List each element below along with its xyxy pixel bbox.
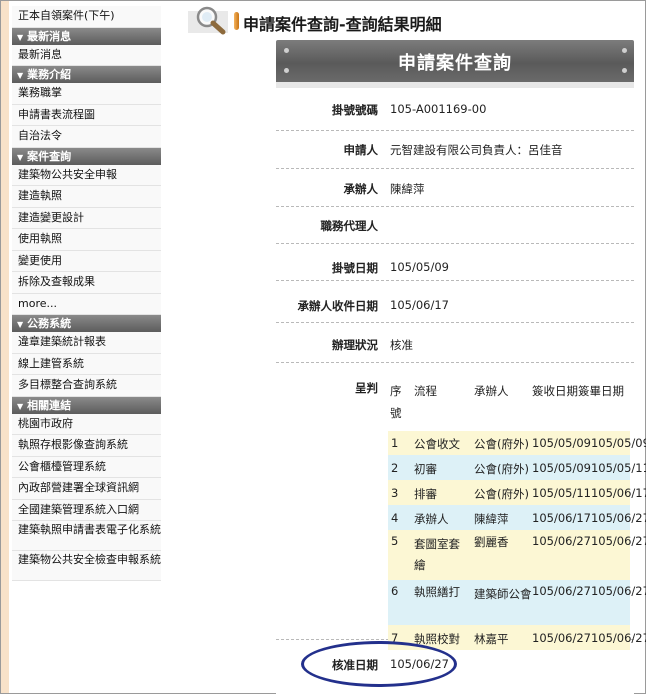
- sidebar-section-news[interactable]: ▼ 最新消息: [12, 27, 161, 45]
- field-value: 105-A001169-00: [390, 102, 487, 116]
- progress-seq: 6: [391, 584, 399, 598]
- sidebar-item-more[interactable]: more...: [12, 293, 161, 315]
- field-value: 陳緯萍: [390, 182, 425, 196]
- progress-row: 1 公會收文 公會(府外) 105/05/09105/05/09: [388, 431, 646, 455]
- page-header: 申請案件查詢-查詢結果明細: [188, 5, 628, 35]
- sidebar-section-official[interactable]: ▼ 公務系統: [12, 315, 161, 332]
- sidebar-item-demolition[interactable]: 拆除及查報成果: [12, 272, 161, 294]
- sidebar-item-safety-report[interactable]: 建築物公共安全檢查申報系統: [12, 551, 161, 581]
- progress-row: 4 承辦人 陳緯萍 105/06/17105/06/27: [388, 505, 646, 530]
- progress-person: 建築師公會: [474, 587, 532, 601]
- triangle-down-icon: ▼: [17, 152, 24, 162]
- progress-flow: 初審: [414, 462, 437, 476]
- progress-header-seq: 序號: [390, 384, 402, 420]
- progress-dates: 105/05/09105/05/09: [532, 436, 646, 450]
- field-handler: 承辦人 陳緯萍: [276, 168, 634, 207]
- progress-dates: 105/06/17105/06/27: [532, 511, 646, 525]
- sidebar-item-national-portal[interactable]: 全國建築管理系統入口網: [12, 499, 161, 521]
- sidebar-item-violation-stats[interactable]: 違章建築統計報表: [12, 332, 161, 354]
- triangle-down-icon: ▼: [17, 320, 24, 329]
- sidebar: 正本自領案件(下午) ▼ 最新消息 最新消息 ▼ 業務介紹 業務職掌 申請書表流程圖…: [12, 6, 161, 581]
- progress-row: 6 執照繕打 建築師公會 105/06/27105/06/27: [388, 580, 646, 625]
- query-result-panel: 申請案件查詢 掛號號碼 105-A001169-00 申請人 元智建設有限公司負…: [276, 40, 646, 700]
- progress-row: 5 套圖室套繪 劉麗香 105/06/27105/06/27: [388, 530, 646, 580]
- sidebar-item-public-safety[interactable]: 建築物公共安全申報: [12, 164, 161, 186]
- field-reg-date: 掛號日期 105/05/09: [276, 243, 634, 281]
- sidebar-item-cpami[interactable]: 內政部營建署全球資訊網: [12, 478, 161, 500]
- sidebar-item-news[interactable]: 最新消息: [12, 44, 161, 66]
- sidebar-item-multi-query[interactable]: 多目標整合查詢系統: [12, 375, 161, 397]
- field-label: 申請人: [343, 143, 379, 157]
- magnifier-icon: [188, 6, 228, 35]
- sidebar-section-business[interactable]: ▼ 業務介紹: [12, 66, 161, 83]
- page-title: 申請案件查詢-查詢結果明細: [243, 15, 442, 34]
- progress-dates: 105/05/09105/05/11: [532, 461, 646, 475]
- progress-dates: 105/06/27105/06/27: [532, 534, 646, 548]
- field-label: 承辦人收件日期: [297, 299, 379, 313]
- sidebar-item-duties[interactable]: 業務職掌: [12, 83, 161, 105]
- sidebar-item-regulations[interactable]: 自治法令: [12, 126, 161, 148]
- progress-flow: 排審: [414, 487, 437, 501]
- field-case-no: 掛號號碼 105-A001169-00: [276, 88, 634, 131]
- highlight-oval: [301, 641, 457, 687]
- progress-person: 劉麗香: [474, 535, 509, 549]
- sidebar-item-stub-image[interactable]: 執照存根影像查詢系統: [12, 435, 161, 457]
- progress-person: 公會(府外): [474, 462, 529, 476]
- field-label: 職務代理人: [320, 219, 379, 233]
- sidebar-item-change-use[interactable]: 變更使用: [12, 250, 161, 272]
- sidebar-item-use-permit[interactable]: 使用執照: [12, 229, 161, 251]
- progress-seq: 1: [391, 436, 399, 450]
- field-label: 呈判: [355, 381, 378, 395]
- field-status: 辦理狀況 核准: [276, 322, 634, 363]
- sidebar-section-case-query[interactable]: ▼ 案件查詢: [12, 147, 161, 165]
- triangle-down-icon: ▼: [17, 32, 24, 42]
- progress-seq: 4: [391, 511, 399, 525]
- progress-row: 2 初審 公會(府外) 105/05/09105/05/11: [388, 455, 646, 480]
- panel-header: 申請案件查詢: [276, 40, 634, 82]
- progress-person: 公會(府外): [474, 487, 529, 501]
- progress-seq: 3: [391, 486, 399, 500]
- sidebar-item-form-flow[interactable]: 申請書表流程圖: [12, 104, 161, 126]
- sidebar-item-online-system[interactable]: 線上建管系統: [12, 353, 161, 375]
- field-label: 承辦人: [343, 182, 379, 196]
- progress-seq: 2: [391, 461, 399, 475]
- progress-flow: 執照繕打: [414, 585, 460, 599]
- field-value: 105/06/17: [390, 298, 449, 312]
- field-value: 105/05/09: [390, 260, 449, 274]
- progress-dates: 105/05/11105/06/17: [532, 486, 646, 500]
- progress-header-flow: 流程: [414, 384, 437, 398]
- panel-title: 申請案件查詢: [398, 53, 512, 74]
- field-label: 掛號日期: [332, 261, 378, 275]
- field-recv-date: 承辦人收件日期 105/06/17: [276, 280, 634, 323]
- sidebar-item-e-forms[interactable]: 建築執照申請書表電子化系統: [12, 521, 161, 551]
- sidebar-section-links[interactable]: ▼ 相關連結: [12, 396, 161, 414]
- sidebar-item-pickup-afternoon[interactable]: 正本自領案件(下午): [12, 6, 161, 28]
- progress-flow: 公會收文: [414, 437, 460, 451]
- sidebar-item-taoyuan-gov[interactable]: 桃園市政府: [12, 413, 161, 435]
- progress-person: 陳緯萍: [474, 512, 509, 526]
- progress-seq: 5: [391, 534, 399, 548]
- progress-flow: 承辦人: [414, 512, 449, 526]
- field-value: 元智建設有限公司負責人：呂佳音: [390, 143, 563, 157]
- sidebar-item-building-permit[interactable]: 建造執照: [12, 186, 161, 208]
- field-applicant: 申請人 元智建設有限公司負責人：呂佳音: [276, 130, 634, 169]
- field-value: 核准: [390, 338, 413, 352]
- progress-dates: 105/06/27105/06/27: [532, 584, 646, 598]
- field-label: 掛號號碼: [332, 103, 378, 117]
- field-label: 辦理狀況: [332, 338, 378, 352]
- left-stripe: [1, 1, 9, 693]
- triangle-down-icon: ▼: [17, 401, 24, 411]
- progress-header-person: 承辦人: [474, 384, 509, 398]
- progress-header-dates: 簽收日期簽畢日期: [532, 384, 624, 398]
- sidebar-item-counter-mgmt[interactable]: 公會櫃檯管理系統: [12, 456, 161, 478]
- progress-person: 公會(府外): [474, 437, 529, 451]
- triangle-down-icon: ▼: [17, 71, 24, 80]
- progress-flow: 套圖室套繪: [414, 537, 460, 572]
- sidebar-item-design-change[interactable]: 建造變更設計: [12, 207, 161, 229]
- progress-row: 3 排審 公會(府外) 105/05/11105/06/17: [388, 480, 646, 505]
- title-marker-icon: [234, 12, 239, 30]
- field-agent: 職務代理人: [276, 206, 634, 244]
